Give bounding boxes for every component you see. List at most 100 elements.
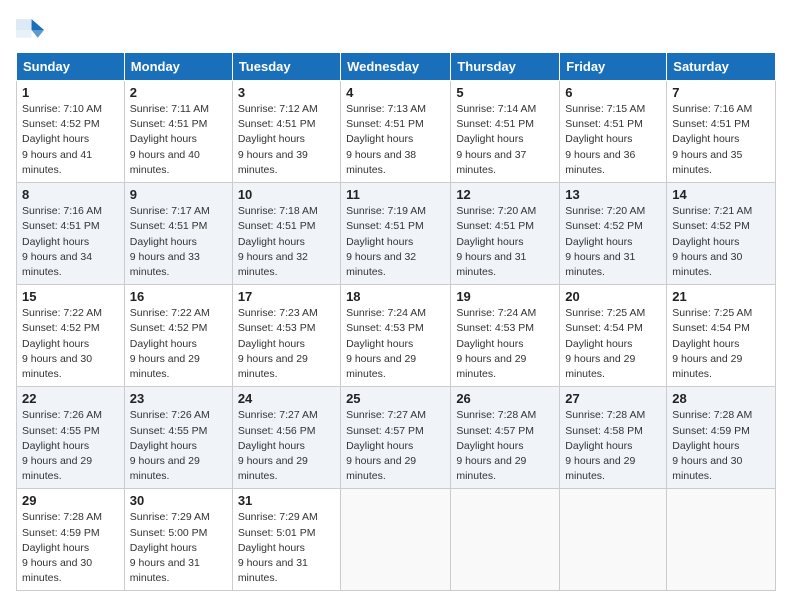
weekday-header: Wednesday <box>341 53 451 81</box>
calendar-day-cell: 5 Sunrise: 7:14 AM Sunset: 4:51 PM Dayli… <box>451 81 560 183</box>
calendar-day-cell: 19 Sunrise: 7:24 AM Sunset: 4:53 PM Dayl… <box>451 285 560 387</box>
day-number: 16 <box>130 289 227 304</box>
day-number: 13 <box>565 187 661 202</box>
calendar-day-cell: 9 Sunrise: 7:17 AM Sunset: 4:51 PM Dayli… <box>124 183 232 285</box>
weekday-header: Monday <box>124 53 232 81</box>
day-number: 22 <box>22 391 119 406</box>
calendar-week-row: 15 Sunrise: 7:22 AM Sunset: 4:52 PM Dayl… <box>17 285 776 387</box>
day-number: 23 <box>130 391 227 406</box>
day-info: Sunrise: 7:26 AM Sunset: 4:55 PM Dayligh… <box>130 408 227 484</box>
calendar-day-cell: 11 Sunrise: 7:19 AM Sunset: 4:51 PM Dayl… <box>341 183 451 285</box>
day-number: 21 <box>672 289 770 304</box>
day-info: Sunrise: 7:16 AM Sunset: 4:51 PM Dayligh… <box>22 204 119 280</box>
day-number: 7 <box>672 85 770 100</box>
day-info: Sunrise: 7:18 AM Sunset: 4:51 PM Dayligh… <box>238 204 335 280</box>
calendar-day-cell: 10 Sunrise: 7:18 AM Sunset: 4:51 PM Dayl… <box>232 183 340 285</box>
day-info: Sunrise: 7:28 AM Sunset: 4:58 PM Dayligh… <box>565 408 661 484</box>
day-info: Sunrise: 7:25 AM Sunset: 4:54 PM Dayligh… <box>565 306 661 382</box>
calendar-day-cell: 21 Sunrise: 7:25 AM Sunset: 4:54 PM Dayl… <box>667 285 776 387</box>
day-info: Sunrise: 7:25 AM Sunset: 4:54 PM Dayligh… <box>672 306 770 382</box>
day-info: Sunrise: 7:15 AM Sunset: 4:51 PM Dayligh… <box>565 102 661 178</box>
day-number: 6 <box>565 85 661 100</box>
day-info: Sunrise: 7:29 AM Sunset: 5:01 PM Dayligh… <box>238 510 335 586</box>
calendar-day-cell: 20 Sunrise: 7:25 AM Sunset: 4:54 PM Dayl… <box>560 285 667 387</box>
calendar-day-cell: 29 Sunrise: 7:28 AM Sunset: 4:59 PM Dayl… <box>17 489 125 591</box>
day-info: Sunrise: 7:26 AM Sunset: 4:55 PM Dayligh… <box>22 408 119 484</box>
day-number: 3 <box>238 85 335 100</box>
calendar-body: 1 Sunrise: 7:10 AM Sunset: 4:52 PM Dayli… <box>17 81 776 591</box>
day-info: Sunrise: 7:23 AM Sunset: 4:53 PM Dayligh… <box>238 306 335 382</box>
calendar-day-cell: 17 Sunrise: 7:23 AM Sunset: 4:53 PM Dayl… <box>232 285 340 387</box>
day-number: 12 <box>456 187 554 202</box>
logo <box>16 16 48 44</box>
day-info: Sunrise: 7:24 AM Sunset: 4:53 PM Dayligh… <box>346 306 445 382</box>
day-number: 27 <box>565 391 661 406</box>
day-number: 28 <box>672 391 770 406</box>
day-number: 10 <box>238 187 335 202</box>
day-info: Sunrise: 7:28 AM Sunset: 4:57 PM Dayligh… <box>456 408 554 484</box>
page-header <box>16 16 776 44</box>
day-number: 5 <box>456 85 554 100</box>
day-number: 8 <box>22 187 119 202</box>
calendar-day-cell: 16 Sunrise: 7:22 AM Sunset: 4:52 PM Dayl… <box>124 285 232 387</box>
calendar-day-cell: 12 Sunrise: 7:20 AM Sunset: 4:51 PM Dayl… <box>451 183 560 285</box>
calendar-day-cell: 14 Sunrise: 7:21 AM Sunset: 4:52 PM Dayl… <box>667 183 776 285</box>
day-info: Sunrise: 7:24 AM Sunset: 4:53 PM Dayligh… <box>456 306 554 382</box>
calendar-day-cell: 2 Sunrise: 7:11 AM Sunset: 4:51 PM Dayli… <box>124 81 232 183</box>
weekday-header: Sunday <box>17 53 125 81</box>
day-number: 2 <box>130 85 227 100</box>
day-info: Sunrise: 7:19 AM Sunset: 4:51 PM Dayligh… <box>346 204 445 280</box>
day-number: 17 <box>238 289 335 304</box>
calendar-day-cell: 4 Sunrise: 7:13 AM Sunset: 4:51 PM Dayli… <box>341 81 451 183</box>
day-info: Sunrise: 7:28 AM Sunset: 4:59 PM Dayligh… <box>22 510 119 586</box>
day-number: 1 <box>22 85 119 100</box>
weekday-header: Tuesday <box>232 53 340 81</box>
calendar-day-cell <box>341 489 451 591</box>
calendar-day-cell: 22 Sunrise: 7:26 AM Sunset: 4:55 PM Dayl… <box>17 387 125 489</box>
day-info: Sunrise: 7:28 AM Sunset: 4:59 PM Dayligh… <box>672 408 770 484</box>
logo-icon <box>16 16 44 44</box>
day-number: 31 <box>238 493 335 508</box>
calendar-day-cell: 7 Sunrise: 7:16 AM Sunset: 4:51 PM Dayli… <box>667 81 776 183</box>
calendar-day-cell: 3 Sunrise: 7:12 AM Sunset: 4:51 PM Dayli… <box>232 81 340 183</box>
calendar-week-row: 8 Sunrise: 7:16 AM Sunset: 4:51 PM Dayli… <box>17 183 776 285</box>
calendar-day-cell: 8 Sunrise: 7:16 AM Sunset: 4:51 PM Dayli… <box>17 183 125 285</box>
day-number: 18 <box>346 289 445 304</box>
day-info: Sunrise: 7:22 AM Sunset: 4:52 PM Dayligh… <box>22 306 119 382</box>
calendar-day-cell: 31 Sunrise: 7:29 AM Sunset: 5:01 PM Dayl… <box>232 489 340 591</box>
day-number: 25 <box>346 391 445 406</box>
calendar-week-row: 22 Sunrise: 7:26 AM Sunset: 4:55 PM Dayl… <box>17 387 776 489</box>
weekday-header: Thursday <box>451 53 560 81</box>
calendar-day-cell: 28 Sunrise: 7:28 AM Sunset: 4:59 PM Dayl… <box>667 387 776 489</box>
calendar-day-cell: 27 Sunrise: 7:28 AM Sunset: 4:58 PM Dayl… <box>560 387 667 489</box>
day-info: Sunrise: 7:20 AM Sunset: 4:51 PM Dayligh… <box>456 204 554 280</box>
day-number: 9 <box>130 187 227 202</box>
day-number: 15 <box>22 289 119 304</box>
calendar-day-cell: 26 Sunrise: 7:28 AM Sunset: 4:57 PM Dayl… <box>451 387 560 489</box>
day-number: 4 <box>346 85 445 100</box>
day-info: Sunrise: 7:20 AM Sunset: 4:52 PM Dayligh… <box>565 204 661 280</box>
calendar-day-cell: 23 Sunrise: 7:26 AM Sunset: 4:55 PM Dayl… <box>124 387 232 489</box>
calendar-day-cell: 13 Sunrise: 7:20 AM Sunset: 4:52 PM Dayl… <box>560 183 667 285</box>
day-number: 30 <box>130 493 227 508</box>
day-number: 26 <box>456 391 554 406</box>
day-number: 20 <box>565 289 661 304</box>
calendar-day-cell: 1 Sunrise: 7:10 AM Sunset: 4:52 PM Dayli… <box>17 81 125 183</box>
day-number: 11 <box>346 187 445 202</box>
day-info: Sunrise: 7:12 AM Sunset: 4:51 PM Dayligh… <box>238 102 335 178</box>
day-info: Sunrise: 7:13 AM Sunset: 4:51 PM Dayligh… <box>346 102 445 178</box>
calendar-day-cell: 25 Sunrise: 7:27 AM Sunset: 4:57 PM Dayl… <box>341 387 451 489</box>
day-info: Sunrise: 7:10 AM Sunset: 4:52 PM Dayligh… <box>22 102 119 178</box>
weekday-header: Saturday <box>667 53 776 81</box>
weekday-header: Friday <box>560 53 667 81</box>
day-info: Sunrise: 7:22 AM Sunset: 4:52 PM Dayligh… <box>130 306 227 382</box>
calendar-day-cell: 24 Sunrise: 7:27 AM Sunset: 4:56 PM Dayl… <box>232 387 340 489</box>
day-info: Sunrise: 7:16 AM Sunset: 4:51 PM Dayligh… <box>672 102 770 178</box>
calendar-day-cell: 6 Sunrise: 7:15 AM Sunset: 4:51 PM Dayli… <box>560 81 667 183</box>
calendar-day-cell <box>667 489 776 591</box>
day-number: 29 <box>22 493 119 508</box>
calendar-table: SundayMondayTuesdayWednesdayThursdayFrid… <box>16 52 776 591</box>
calendar-week-row: 29 Sunrise: 7:28 AM Sunset: 4:59 PM Dayl… <box>17 489 776 591</box>
day-info: Sunrise: 7:27 AM Sunset: 4:57 PM Dayligh… <box>346 408 445 484</box>
day-info: Sunrise: 7:29 AM Sunset: 5:00 PM Dayligh… <box>130 510 227 586</box>
